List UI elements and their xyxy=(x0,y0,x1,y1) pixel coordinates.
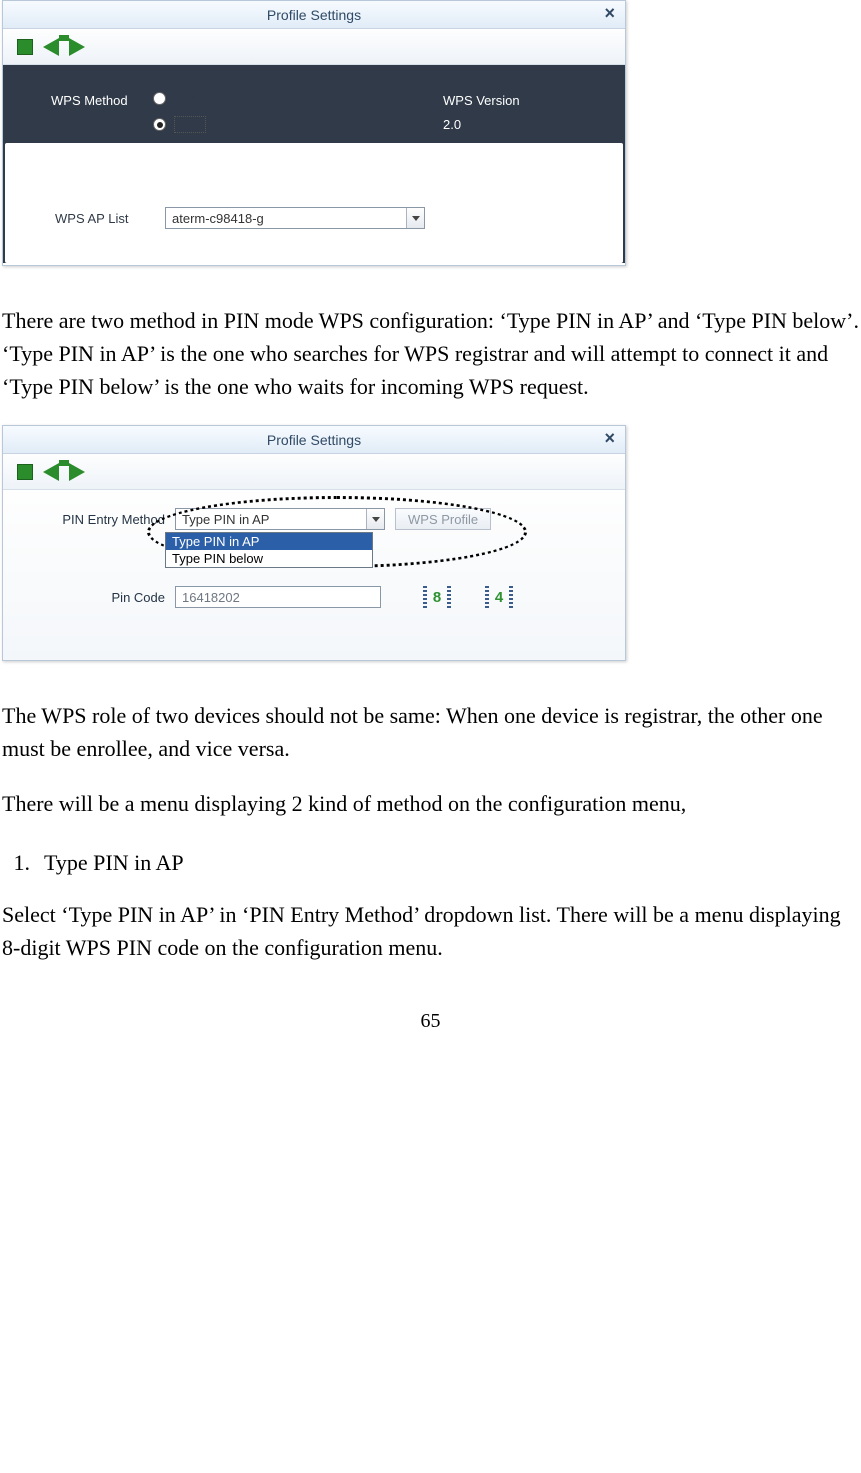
pin-entry-method-row: PIN Entry Method Type PIN in AP WPS Prof… xyxy=(17,508,611,530)
body-paragraph-2: The WPS role of two devices should not b… xyxy=(2,699,859,765)
wps-version-label: WPS Version xyxy=(443,93,520,108)
wps-profile-button[interactable]: WPS Profile xyxy=(395,508,491,530)
dialog-toolbar xyxy=(3,29,625,65)
radio-pin[interactable]: PIN xyxy=(153,116,625,133)
wps-ap-list-label: WPS AP List xyxy=(55,211,155,226)
back-button[interactable] xyxy=(43,38,59,56)
inner-panel: WPS AP List aterm-c98418-g xyxy=(5,143,623,263)
chevron-down-icon[interactable] xyxy=(366,509,384,529)
dropdown-option[interactable]: Type PIN in AP xyxy=(166,533,372,550)
wps-ap-list-row: WPS AP List aterm-c98418-g xyxy=(55,207,609,229)
titlebar: Profile Settings × xyxy=(3,426,625,454)
radio-label: PIN xyxy=(174,116,206,133)
forward-button[interactable] xyxy=(69,38,85,56)
wps-version-value: 2.0 xyxy=(443,117,461,132)
pin-code-row: Pin Code 8 4 xyxy=(17,586,611,608)
dialog-body: PIN Entry Method Type PIN in AP WPS Prof… xyxy=(3,490,625,660)
body-paragraph-4: Select ‘Type PIN in AP’ in ‘PIN Entry Me… xyxy=(2,898,859,964)
titlebar: Profile Settings × xyxy=(3,1,625,29)
stop-icon[interactable] xyxy=(17,464,33,480)
dropdown-selected: Type PIN in AP xyxy=(176,512,366,527)
chevron-down-icon[interactable] xyxy=(406,208,424,228)
forward-button[interactable] xyxy=(69,463,85,481)
radio-push-button[interactable]: Push-Button xyxy=(153,91,625,106)
stop-icon[interactable] xyxy=(17,39,33,55)
page-number: 65 xyxy=(2,1010,859,1033)
wps-method-label: WPS Method xyxy=(51,93,128,108)
list-text: Type PIN in AP xyxy=(44,850,184,876)
pin-code-input[interactable] xyxy=(175,586,381,608)
pin-entry-dropdown-list: Type PIN in AP Type PIN below xyxy=(165,532,373,568)
body-paragraph-3: There will be a menu displaying 2 kind o… xyxy=(2,787,859,820)
button-label: WPS Profile xyxy=(408,512,478,527)
close-icon[interactable]: × xyxy=(600,428,619,449)
dialog-body: WPS Method WPS Version 2.0 Push-Button P… xyxy=(3,65,625,263)
list-number: 1. xyxy=(2,850,30,876)
dialog-toolbar xyxy=(3,454,625,490)
dropdown-selected: aterm-c98418-g xyxy=(166,211,406,226)
back-button[interactable] xyxy=(43,463,59,481)
dropdown-option[interactable]: Type PIN below xyxy=(166,550,372,567)
profile-settings-dialog-1: Profile Settings × WPS Method WPS Versio… xyxy=(2,0,626,266)
numbered-list-item: 1. Type PIN in AP xyxy=(2,850,859,876)
radio-icon xyxy=(153,92,166,105)
profile-settings-dialog-2: Profile Settings × PIN Entry Method Type… xyxy=(2,425,626,661)
radio-icon-selected xyxy=(153,118,166,131)
pin-entry-method-dropdown[interactable]: Type PIN in AP xyxy=(175,508,385,530)
digit-display-4: 4 xyxy=(489,587,509,607)
close-icon[interactable]: × xyxy=(600,3,619,24)
dialog-title: Profile Settings xyxy=(267,7,361,23)
pin-entry-method-label: PIN Entry Method xyxy=(17,512,165,527)
digit-display-8: 8 xyxy=(427,587,447,607)
wps-ap-list-dropdown[interactable]: aterm-c98418-g xyxy=(165,207,425,229)
pin-code-label: Pin Code xyxy=(17,590,165,605)
body-paragraph-1: There are two method in PIN mode WPS con… xyxy=(2,304,859,403)
radio-label: Push-Button xyxy=(174,91,246,106)
dialog-title: Profile Settings xyxy=(267,432,361,448)
